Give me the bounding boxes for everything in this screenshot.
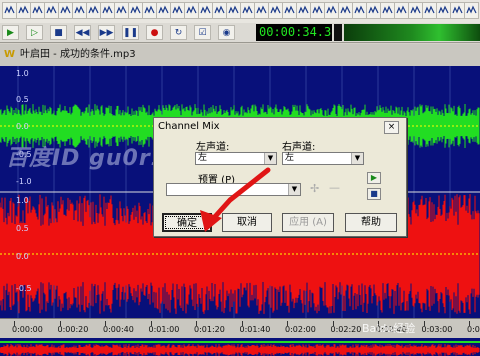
annotation-arrow	[200, 167, 271, 232]
